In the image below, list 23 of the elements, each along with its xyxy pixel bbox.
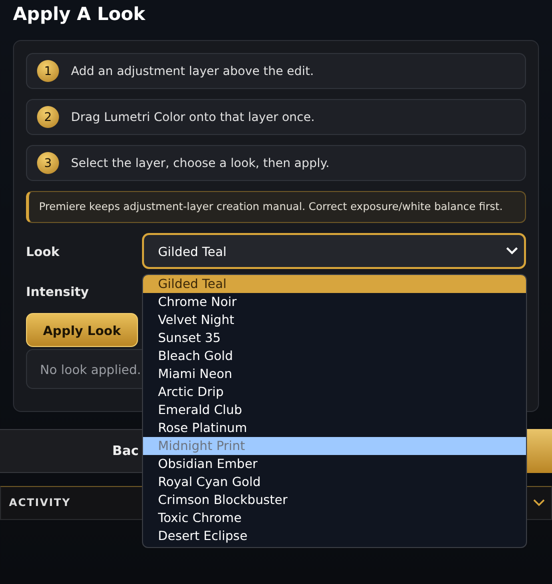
look-option[interactable]: Toxic Chrome [143,509,526,527]
intensity-label: Intensity [26,284,90,298]
look-option[interactable]: Crimson Blockbuster [143,491,526,509]
step-number: 2 [37,106,59,128]
step-text: Drag Lumetri Color onto that layer once. [71,110,315,124]
look-option[interactable]: Desert Eclipse [143,527,526,545]
step-number: 3 [37,152,59,174]
chevron-down-icon [533,499,545,507]
look-option[interactable]: Chrome Noir [143,293,526,311]
apply-look-button[interactable]: Apply Look [26,313,138,347]
look-option[interactable]: Emerald Club [143,401,526,419]
look-option[interactable]: Sunset 35 [143,329,526,347]
look-option[interactable]: Velvet Night [143,311,526,329]
step-text: Select the layer, choose a look, then apply. [71,156,330,170]
look-label: Look [26,244,60,258]
note-callout: Premiere keeps adjustment-layer creation manual. Correct exposure/white balance first. [26,191,526,223]
look-select[interactable]: Gilded Teal [142,233,526,269]
step-text: Add an adjustment layer above the edit. [71,64,314,78]
chevron-down-icon [506,247,518,255]
step-number: 1 [37,60,59,82]
look-option[interactable]: Royal Cyan Gold [143,473,526,491]
look-option[interactable]: Gilded Teal [143,275,526,293]
page-title: Apply A Look [12,3,146,27]
